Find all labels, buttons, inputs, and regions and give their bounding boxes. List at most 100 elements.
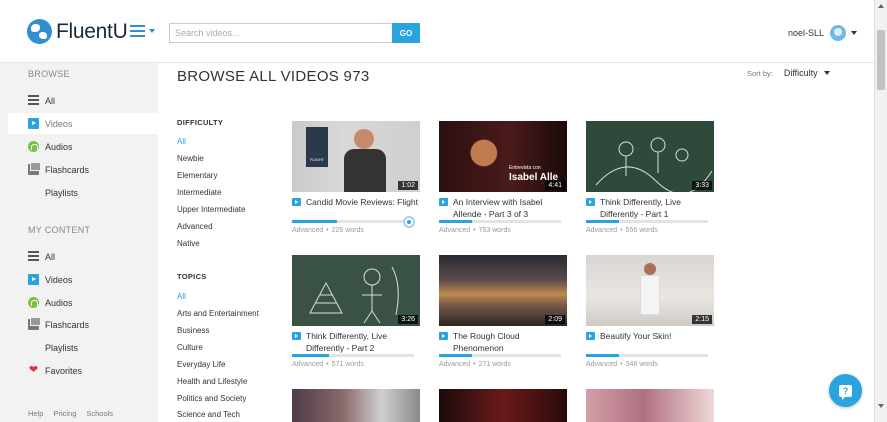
sidebar-item-label: Videos [45,274,73,285]
video-progress-bar [439,354,561,357]
topic-filter-everyday-life[interactable]: Everyday Life [177,360,225,369]
topic-filter-health[interactable]: Health and Lifestyle [177,377,247,386]
chevron-down-icon [149,29,155,33]
scrollbar-thumb[interactable] [877,30,885,90]
video-level: Advanced [586,361,618,368]
topic-filter-all[interactable]: All [177,292,186,301]
video-title-link[interactable]: Think Differently, Live Differently - Pa… [586,196,714,220]
video-card[interactable]: 3:26 Think Differently, Live Differently… [292,255,420,375]
video-progress-fill [439,354,472,357]
video-duration: 4:41 [545,181,565,190]
video-card[interactable]: Entrevista con Isabel Alle 4:41 An Inter… [439,121,567,241]
video-title-link[interactable]: An Interview with Isabel Allende - Part … [439,196,567,220]
video-title: Think Differently, Live Differently - Pa… [306,331,387,353]
user-menu[interactable]: noel-SLL [788,25,857,41]
page-title: BROWSE ALL VIDEOS 973 [177,68,370,85]
video-play-icon [586,332,595,340]
sidebar-item-browse-playlists[interactable]: Playlists [8,182,158,203]
video-title-link[interactable]: Candid Movie Reviews: Flight [292,196,420,208]
video-thumbnail[interactable]: Entrevista con Isabel Alle 4:41 [439,121,567,192]
topic-filter-culture[interactable]: Culture [177,343,203,352]
video-level: Advanced [586,227,618,234]
sidebar-item-my-favorites[interactable]: ❤ Favorites [8,360,158,381]
presenter-image [644,263,656,275]
search-go-button[interactable]: GO [392,23,420,43]
video-meta: Advanced • 271 words [439,361,511,368]
difficulty-filter-upper-intermediate[interactable]: Upper Intermediate [177,205,245,214]
video-card[interactable]: 2:09 The Rough Cloud Phenomenon Advanced… [439,255,567,375]
sidebar-item-my-videos[interactable]: Videos [8,269,158,290]
sort-dropdown[interactable]: Difficulty [784,68,830,78]
video-thumbnail[interactable]: 2:09 [439,255,567,326]
video-thumbnail[interactable] [586,389,714,422]
sidebar-item-label: Playlists [45,187,79,198]
video-card[interactable]: FLIGHT 1:02 Candid Movie Reviews: Flight… [292,121,420,241]
video-word-count: 556 words [625,227,658,234]
sidebar-item-browse-flashcards[interactable]: Flashcards [8,159,158,180]
video-card[interactable]: 3:33 Think Differently, Live Differently… [586,121,714,241]
video-thumbnail[interactable]: 3:26 [292,255,420,326]
difficulty-filter-all[interactable]: All [177,137,186,146]
video-title-link[interactable]: Think Differently, Live Differently - Pa… [292,330,420,354]
search-input[interactable] [169,23,392,43]
video-word-count: 271 words [478,361,511,368]
sidebar-item-my-playlists[interactable]: Playlists [8,337,158,358]
difficulty-filter-native[interactable]: Native [177,239,200,248]
logo-text: FluentU [56,19,128,43]
video-thumbnail[interactable]: 2:15 [586,255,714,326]
sidebar: BROWSE All Videos Audios Flashcards Play… [0,63,158,422]
progress-slider-handle[interactable] [403,216,415,228]
video-level: Advanced [439,361,471,368]
video-thumbnail[interactable]: 3:33 [586,121,714,192]
pricing-link[interactable]: Pricing [53,409,76,418]
video-meta: Advanced • 225 words [292,227,364,234]
video-title-link[interactable]: The Rough Cloud Phenomenon [439,330,567,354]
video-title: An Interview with Isabel Allende - Part … [453,197,543,219]
difficulty-filter-intermediate[interactable]: Intermediate [177,188,221,197]
sidebar-item-label: Flashcards [45,319,90,330]
sidebar-item-my-all[interactable]: All [8,246,158,267]
help-chat-button[interactable]: ? [829,374,862,407]
help-link[interactable]: Help [28,409,43,418]
presenter-shirt [344,149,386,192]
video-progress-fill [292,354,329,357]
sidebar-item-label: Videos [45,118,73,129]
chevron-down-icon [823,71,830,75]
difficulty-filter-advanced[interactable]: Advanced [177,222,213,231]
video-thumbnail[interactable] [292,389,420,422]
sidebar-item-my-flashcards[interactable]: Flashcards [8,314,158,335]
username: noel-SLL [787,28,824,38]
topic-filter-business[interactable]: Business [177,326,209,335]
topic-filter-science[interactable]: Science and Tech [177,410,240,419]
sidebar-footer: Help Pricing Schools [28,409,113,418]
video-icon [28,118,39,129]
video-duration: 2:15 [692,315,712,324]
main-menu-button[interactable] [130,25,155,37]
sidebar-item-browse-audios[interactable]: Audios [8,136,158,157]
page-scrollbar[interactable] [874,0,887,422]
sidebar-item-my-audios[interactable]: Audios [8,292,158,313]
flashcards-icon [28,317,41,330]
video-play-icon [586,198,595,206]
sidebar-item-browse-all[interactable]: All [8,90,158,111]
video-title: The Rough Cloud Phenomenon [453,331,520,353]
video-duration: 3:26 [398,315,418,324]
video-meta: Advanced • 571 words [292,361,364,368]
video-thumbnail[interactable]: FLIGHT 1:02 [292,121,420,192]
video-duration: 3:33 [692,181,712,190]
fluentu-logo[interactable]: FluentU [27,19,128,44]
scroll-down-icon[interactable] [878,404,884,408]
hamburger-icon [130,25,145,37]
video-title-link[interactable]: Beautify Your Skin! [586,330,714,342]
schools-link[interactable]: Schools [86,409,113,418]
video-card[interactable]: 2:15 Beautify Your Skin! Advanced • 348 wo… [586,255,714,375]
difficulty-filter-newbie[interactable]: Newbie [177,154,204,163]
video-meta: Advanced • 348 words [586,361,658,368]
video-thumbnail[interactable] [439,389,567,422]
sidebar-item-label: All [45,95,56,106]
topic-filter-arts[interactable]: Arts and Entertainment [177,309,259,318]
difficulty-filter-elementary[interactable]: Elementary [177,171,217,180]
scroll-up-icon[interactable] [878,4,884,8]
topic-filter-politics[interactable]: Politics and Society [177,394,246,403]
sidebar-item-browse-videos[interactable]: Videos [8,113,158,134]
